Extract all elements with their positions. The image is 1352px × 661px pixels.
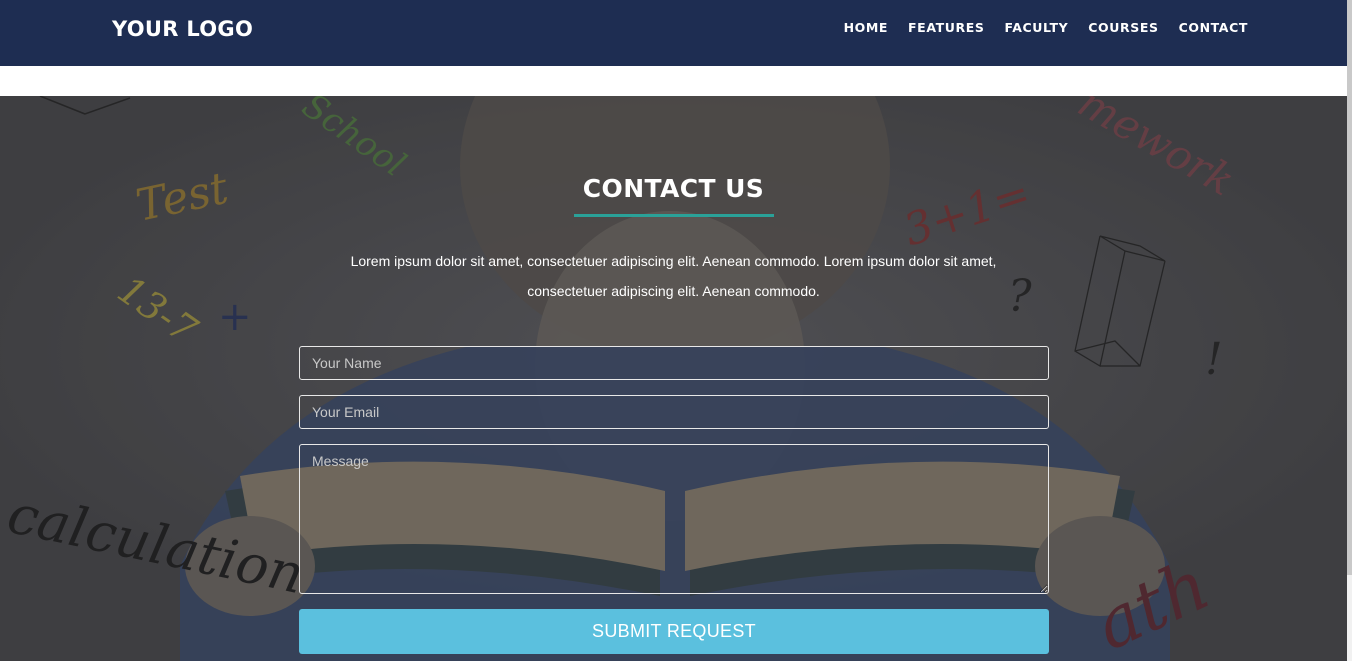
nav-features[interactable]: FEATURES [908,20,984,35]
page-scrollbar[interactable] [1347,0,1352,661]
top-navbar: YOUR LOGO HOME FEATURES FACULTY COURSES … [0,0,1347,66]
intro-line-2: consectetuer adipiscing elit. Aenean com… [527,283,820,299]
intro-line-1: Lorem ipsum dolor sit amet, consectetuer… [350,253,997,269]
scrollbar-thumb[interactable] [1347,0,1352,575]
title-underline [574,214,774,217]
message-textarea[interactable] [299,444,1049,594]
email-input[interactable] [299,395,1049,429]
nav-courses[interactable]: COURSES [1088,20,1158,35]
intro-text: Lorem ipsum dolor sit amet, consectetuer… [320,246,1027,306]
site-logo[interactable]: YOUR LOGO [112,17,253,41]
nav-faculty[interactable]: FACULTY [1004,20,1068,35]
submit-request-button[interactable]: SUBMIT REQUEST [299,609,1049,654]
contact-section: Test School mework 3+1= 13-7 + ? ! calcu… [0,96,1347,661]
name-input[interactable] [299,346,1049,380]
section-spacer [0,66,1347,96]
main-nav: HOME FEATURES FACULTY COURSES CONTACT [844,20,1248,35]
nav-contact[interactable]: CONTACT [1179,20,1248,35]
nav-home[interactable]: HOME [844,20,888,35]
section-title: CONTACT US [582,174,765,203]
